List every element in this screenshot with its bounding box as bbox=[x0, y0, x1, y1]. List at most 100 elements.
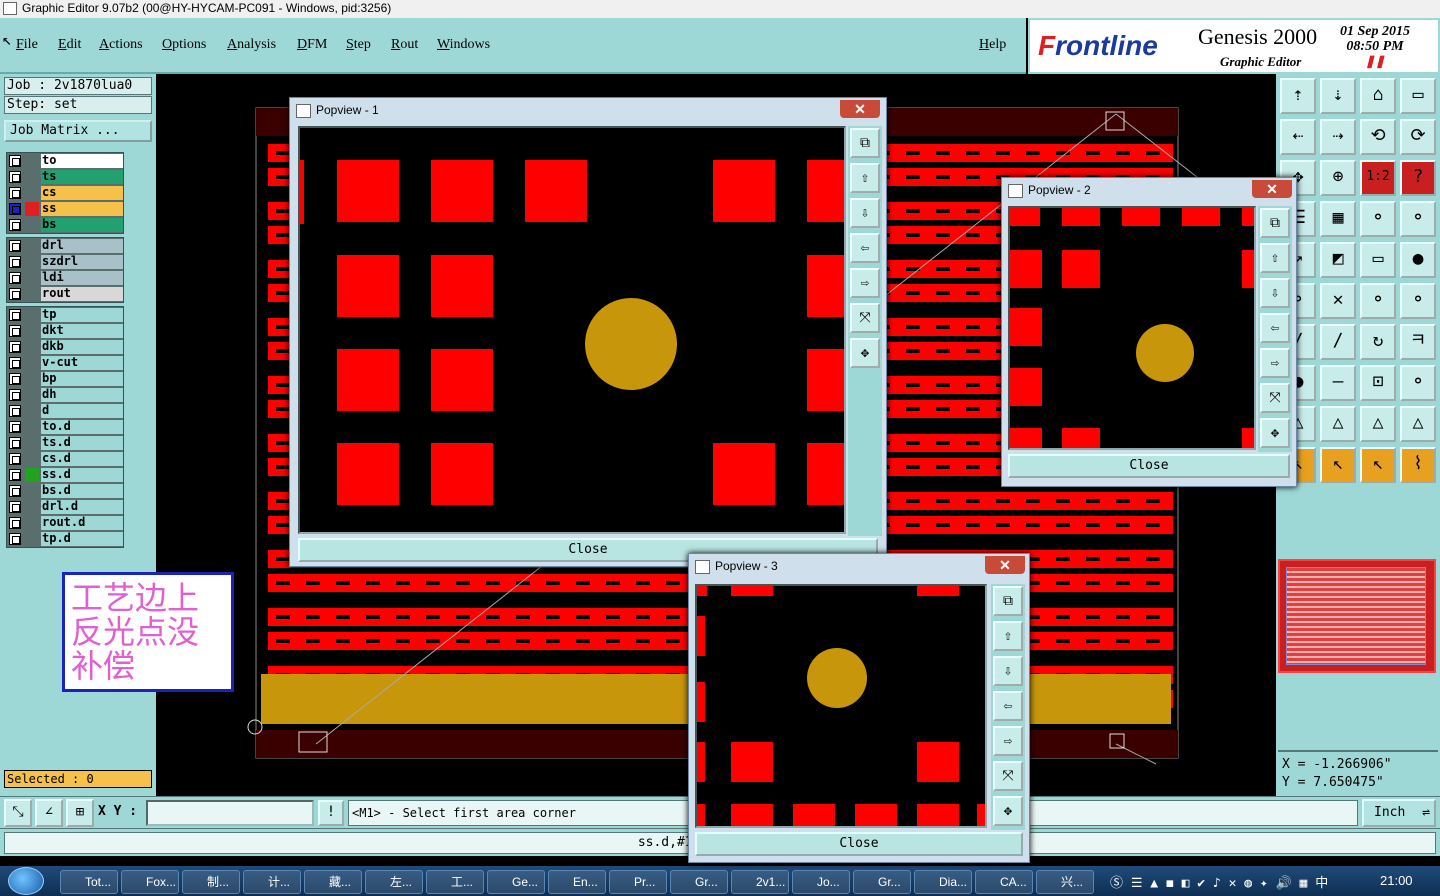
layer-checkbox[interactable] bbox=[9, 155, 21, 167]
tool-button-icon[interactable]: ▦ bbox=[1320, 201, 1356, 237]
taskbar-item[interactable]: Pr... bbox=[609, 870, 667, 894]
layer-row-ss.d[interactable]: ss.d bbox=[7, 467, 123, 483]
layer-affected-swatch[interactable] bbox=[25, 154, 39, 168]
layer-checkbox[interactable] bbox=[9, 389, 21, 401]
taskbar-item[interactable]: 左... bbox=[365, 870, 423, 894]
layer-checkbox[interactable] bbox=[9, 288, 21, 300]
layer-row-ss[interactable]: ss bbox=[7, 201, 123, 217]
zoom-area-icon[interactable]: ⤡ bbox=[4, 799, 32, 827]
layer-checkbox[interactable] bbox=[9, 485, 21, 497]
layer-checkbox[interactable] bbox=[9, 171, 21, 183]
menu-step[interactable]: Step bbox=[346, 37, 371, 53]
popview-1-center-icon[interactable]: ✥ bbox=[850, 338, 880, 368]
tool-button-icon[interactable]: △ bbox=[1400, 406, 1436, 442]
menu-file[interactable]: File bbox=[16, 37, 38, 53]
tray-icon[interactable]: Ⓢ ☰ ▲ ◼ ◧ ✔ ♪ ✕ ◍ ✦ 🔊 ▦ 中 bbox=[1110, 876, 1328, 891]
layer-affected-swatch[interactable] bbox=[25, 516, 39, 530]
menu-edit[interactable]: Edit bbox=[58, 37, 81, 53]
layer-affected-swatch[interactable] bbox=[25, 255, 39, 269]
tool-button-icon[interactable]: ↖ bbox=[1320, 447, 1356, 483]
layer-affected-swatch[interactable] bbox=[25, 532, 39, 546]
tool-button-icon[interactable]: — bbox=[1320, 365, 1356, 401]
tool-button-icon[interactable]: ㅋ bbox=[1400, 324, 1436, 360]
layer-row-rout.d[interactable]: rout.d bbox=[7, 515, 123, 531]
layer-row-drl.d[interactable]: drl.d bbox=[7, 499, 123, 515]
layer-checkbox[interactable] bbox=[9, 272, 21, 284]
popview-2-close-icon[interactable]: ✕ bbox=[1252, 180, 1292, 198]
tool-button-icon[interactable]: ⚬ bbox=[1400, 201, 1436, 237]
layer-checkbox[interactable] bbox=[9, 219, 21, 231]
tool-button-icon[interactable]: ● bbox=[1400, 242, 1436, 278]
menu-options[interactable]: Options bbox=[162, 37, 206, 53]
tool-button-icon[interactable]: ▭ bbox=[1360, 242, 1396, 278]
popview-1-pan-up-icon[interactable]: ⇧ bbox=[850, 163, 880, 193]
job-matrix-button[interactable]: Job Matrix ... bbox=[4, 120, 152, 142]
start-button[interactable] bbox=[8, 867, 44, 895]
layer-row-bs.d[interactable]: bs.d bbox=[7, 483, 123, 499]
layer-row-d[interactable]: d bbox=[7, 403, 123, 419]
layer-affected-swatch[interactable] bbox=[25, 484, 39, 498]
popview-1-fit-icon[interactable]: ⤧ bbox=[850, 303, 880, 333]
popview-2-pan-right-icon[interactable]: ⇨ bbox=[1260, 348, 1290, 378]
menu-actions[interactable]: Actions bbox=[99, 37, 143, 53]
layer-affected-swatch[interactable] bbox=[25, 308, 39, 322]
taskbar-item[interactable]: Fox... bbox=[121, 870, 179, 894]
layer-row-szdrl[interactable]: szdrl bbox=[7, 254, 123, 270]
tool-button-icon[interactable]: ⟲ bbox=[1360, 119, 1396, 155]
layer-row-ts.d[interactable]: ts.d bbox=[7, 435, 123, 451]
popview-2-zoom-icon[interactable]: ⧉ bbox=[1260, 208, 1290, 238]
popview-2-center-icon[interactable]: ✥ bbox=[1260, 418, 1290, 448]
layer-checkbox[interactable] bbox=[9, 501, 21, 513]
layer-checkbox[interactable] bbox=[9, 256, 21, 268]
menu-dfm[interactable]: DFM bbox=[297, 37, 327, 53]
taskbar-item[interactable]: Tot... bbox=[60, 870, 118, 894]
taskbar-item[interactable]: Dia... bbox=[914, 870, 972, 894]
grid-icon[interactable]: ⊞ bbox=[66, 799, 94, 827]
popview-3-close-icon[interactable]: ✕ bbox=[985, 556, 1025, 574]
popview-2-pan-left-icon[interactable]: ⇦ bbox=[1260, 313, 1290, 343]
layer-affected-swatch[interactable] bbox=[25, 404, 39, 418]
layer-checkbox[interactable] bbox=[9, 373, 21, 385]
tool-button-icon[interactable]: ↻ bbox=[1360, 324, 1396, 360]
layer-row-drl[interactable]: drl bbox=[7, 238, 123, 254]
layer-affected-swatch[interactable] bbox=[25, 324, 39, 338]
layer-affected-swatch[interactable] bbox=[25, 218, 39, 232]
popview-2-fit-icon[interactable]: ⤧ bbox=[1260, 383, 1290, 413]
taskbar-item[interactable]: 兴... bbox=[1036, 870, 1094, 894]
popview-3-canvas[interactable] bbox=[695, 584, 987, 828]
tool-button-icon[interactable]: ◩ bbox=[1320, 242, 1356, 278]
layer-affected-swatch[interactable] bbox=[25, 202, 39, 216]
popview-2-pan-down-icon[interactable]: ⇩ bbox=[1260, 278, 1290, 308]
tool-button-icon[interactable]: ↖ bbox=[1360, 447, 1396, 483]
tool-button-icon[interactable]: ⌇ bbox=[1400, 447, 1436, 483]
menu-help[interactable]: Help bbox=[979, 37, 1006, 53]
tool-button-icon[interactable]: ⌂ bbox=[1360, 78, 1396, 114]
layer-affected-swatch[interactable] bbox=[25, 388, 39, 402]
popview-3-pan-up-icon[interactable]: ⇧ bbox=[993, 621, 1023, 651]
popview-1-pan-down-icon[interactable]: ⇩ bbox=[850, 198, 880, 228]
tool-button-icon[interactable]: 1:2 bbox=[1360, 160, 1396, 196]
tool-button-icon[interactable]: ⇢ bbox=[1320, 119, 1356, 155]
tool-button-icon[interactable]: ⚬ bbox=[1360, 201, 1396, 237]
measure-icon[interactable]: ∠ bbox=[35, 799, 63, 827]
tool-button-icon[interactable]: ⇠ bbox=[1280, 119, 1316, 155]
menu-rout[interactable]: Rout bbox=[391, 37, 418, 53]
tool-button-icon[interactable]: ∕ bbox=[1320, 324, 1356, 360]
layer-checkbox[interactable] bbox=[9, 453, 21, 465]
tool-button-icon[interactable]: △ bbox=[1320, 406, 1356, 442]
layer-checkbox[interactable] bbox=[9, 341, 21, 353]
popview-3-pan-left-icon[interactable]: ⇦ bbox=[993, 691, 1023, 721]
tool-button-icon[interactable]: △ bbox=[1360, 406, 1396, 442]
tool-button-icon[interactable]: ⚬ bbox=[1400, 283, 1436, 319]
popview-1-zoom-icon[interactable]: ⧉ bbox=[850, 128, 880, 158]
taskbar-item[interactable]: Jo... bbox=[792, 870, 850, 894]
layer-row-tp[interactable]: tp bbox=[7, 307, 123, 323]
tool-button-icon[interactable]: ⇣ bbox=[1320, 78, 1356, 114]
layer-affected-swatch[interactable] bbox=[25, 186, 39, 200]
layer-row-dkt[interactable]: dkt bbox=[7, 323, 123, 339]
popview-2-canvas[interactable] bbox=[1008, 206, 1256, 450]
layer-affected-swatch[interactable] bbox=[25, 500, 39, 514]
tool-button-icon[interactable]: ⊕ bbox=[1320, 160, 1356, 196]
layer-row-dh[interactable]: dh bbox=[7, 387, 123, 403]
popview-3-pan-down-icon[interactable]: ⇩ bbox=[993, 656, 1023, 686]
